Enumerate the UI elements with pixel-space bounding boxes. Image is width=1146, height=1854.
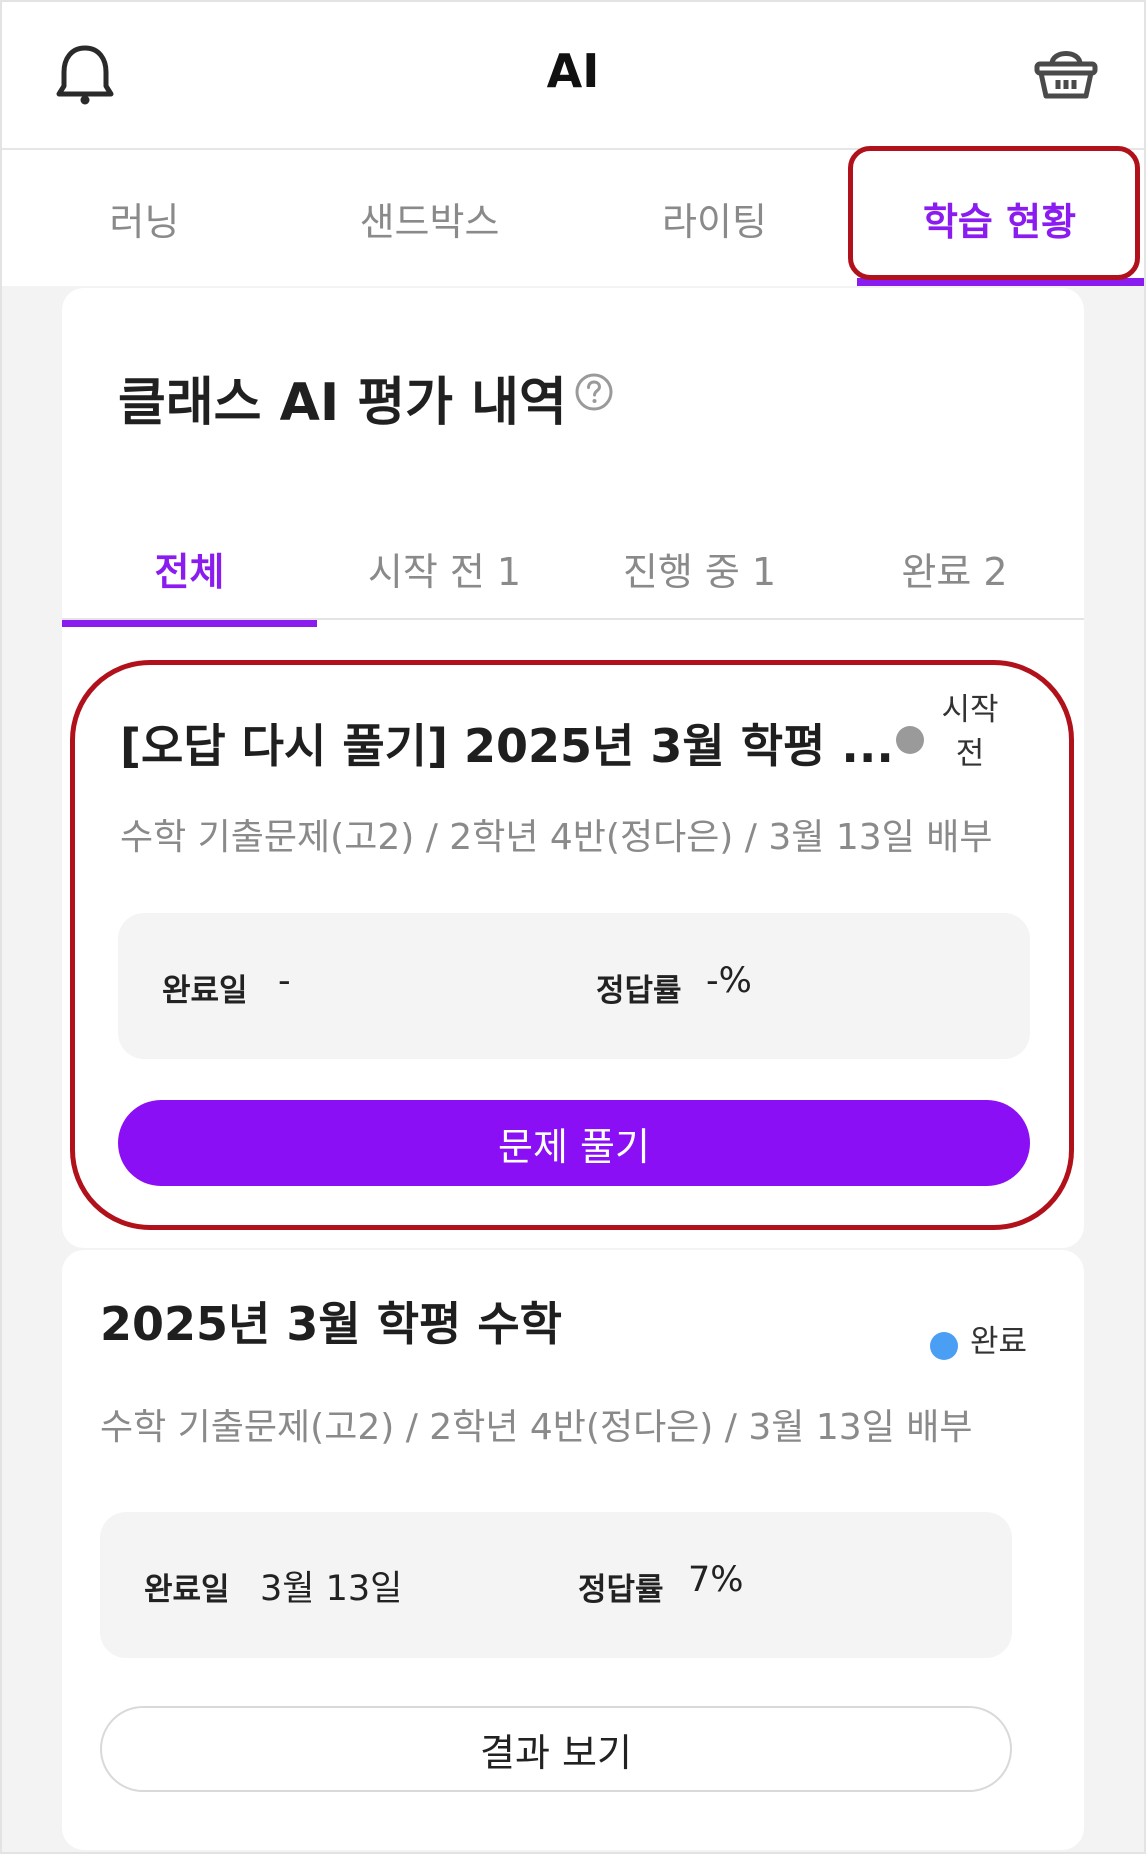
item-title[interactable]: 2025년 3월 학평 수학 <box>100 1288 562 1354</box>
status-filter-tabs: 전체 시작 전 1 진행 중 1 완료 2 <box>62 518 1084 620</box>
subtab-not-started[interactable]: 시작 전 1 <box>317 518 572 618</box>
accuracy-label: 정답률 <box>578 1572 664 1608</box>
top-bar: AI <box>2 2 1144 150</box>
app-frame: AI 러닝 샌드박스 라이팅 학습 현황 클래스 AI 평가 내역 전체 시작 … <box>0 0 1146 1854</box>
completed-date-label: 완료일 <box>144 1572 230 1608</box>
status-badge: 완료 <box>970 1324 1028 1360</box>
completed-date-value: 3월 13일 <box>260 1569 403 1609</box>
subtab-in-progress[interactable]: 진행 중 1 <box>572 518 827 618</box>
tab-sandbox[interactable]: 샌드박스 <box>287 150 572 286</box>
tab-writing[interactable]: 라이팅 <box>572 150 857 286</box>
subtab-all[interactable]: 전체 <box>62 518 317 618</box>
stats-box: 완료일 3월 13일 정답률 7% <box>100 1512 1012 1658</box>
question-circle-icon[interactable] <box>574 372 614 412</box>
view-results-button[interactable]: 결과 보기 <box>100 1706 1012 1792</box>
basket-icon[interactable] <box>1032 40 1100 102</box>
tab-highlight-box <box>848 146 1140 280</box>
section-title: 클래스 AI 평가 내역 <box>118 373 567 433</box>
list-item: 2025년 3월 학평 수학 완료 수학 기출문제(고2) / 2학년 4반(정… <box>62 1250 1084 1850</box>
item-highlight-box <box>70 660 1074 1230</box>
page-title: AI <box>546 44 600 98</box>
active-subtab-indicator <box>62 620 317 627</box>
tab-running[interactable]: 러닝 <box>2 150 287 286</box>
item-subtitle: 수학 기출문제(고2) / 2학년 4반(정다은) / 3월 13일 배부 <box>100 1407 973 1448</box>
subtab-completed[interactable]: 완료 2 <box>827 518 1082 618</box>
accuracy-value: 7% <box>688 1560 744 1600</box>
status-dot <box>930 1332 958 1360</box>
